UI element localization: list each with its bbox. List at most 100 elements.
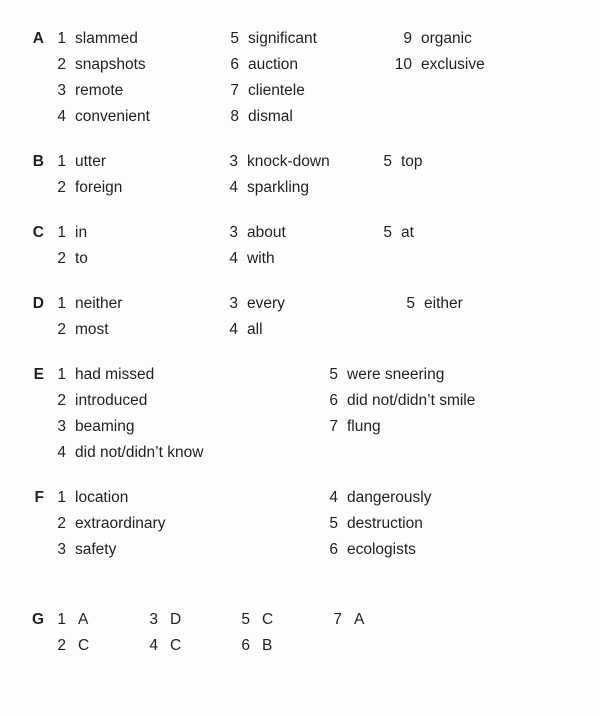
answer-entry: 2 foreign <box>44 175 216 201</box>
answer-entry: 3D <box>136 607 228 633</box>
answer-number: 3 <box>57 541 66 558</box>
answer-column: 1 utter 2 foreign <box>44 149 216 201</box>
answer-number: 4 <box>229 179 238 196</box>
answer-section-g: G1A2C3D4C5C6B7A <box>0 607 600 659</box>
answer-text: auction <box>248 56 298 73</box>
answer-entry: 6 auction <box>217 52 390 78</box>
answer-column: 1A2C <box>44 607 136 659</box>
answer-text: neither <box>75 295 123 312</box>
answer-entry: 3 safety <box>44 537 316 563</box>
answer-entry: 3 every <box>216 291 393 317</box>
answer-entry: 4 with <box>216 246 370 272</box>
answer-number: 1 <box>57 366 66 383</box>
answer-text: organic <box>421 30 472 47</box>
answer-text: exclusive <box>421 56 485 73</box>
answer-number: 2 <box>57 321 66 338</box>
answer-text: location <box>75 489 129 506</box>
answer-entry: 2C <box>44 633 136 659</box>
answer-entry: 4 dangerously <box>316 485 431 511</box>
answer-entry: 1 location <box>44 485 316 511</box>
section-letter: E <box>33 366 44 383</box>
answer-text: most <box>75 321 109 338</box>
answer-text: slammed <box>75 30 138 47</box>
answer-number: 6 <box>230 56 239 73</box>
answer-number: 4 <box>329 489 338 506</box>
answer-number: 8 <box>230 108 239 125</box>
answer-column: 5 significant 6 auction 7 clientele 8 dismal <box>217 26 390 130</box>
answer-section-e: E 1 had missed 2 introduced 3 beaming 4 did not/… <box>0 362 600 466</box>
answer-number: 6 <box>329 541 338 558</box>
answer-column: 3 knock-down 4 sparkling <box>216 149 370 201</box>
answer-entry: 9 organic <box>390 26 485 52</box>
answer-number: 6 <box>241 637 250 654</box>
answer-number: 5 <box>329 515 338 532</box>
answer-entry: 5 significant <box>217 26 390 52</box>
answer-entry: 3 about <box>216 220 370 246</box>
answer-text: did not/didn’t smile <box>347 392 476 409</box>
answer-column: 5 at <box>370 220 414 246</box>
answer-text: knock-down <box>247 153 330 170</box>
answer-entry: 8 dismal <box>217 104 390 130</box>
answer-entry: 1 in <box>44 220 216 246</box>
answer-entry: 1 had missed <box>44 362 316 388</box>
answer-text: sparkling <box>247 179 310 196</box>
answer-number: 1 <box>57 295 66 312</box>
answer-number: 4 <box>229 321 238 338</box>
answer-number: 5 <box>230 30 239 47</box>
answer-number: 5 <box>406 295 415 312</box>
answer-text: had missed <box>75 366 155 383</box>
answer-entry: 4 convenient <box>44 104 217 130</box>
answer-entry: 2 extraordinary <box>44 511 316 537</box>
answer-text: about <box>247 224 286 241</box>
answer-text: safety <box>75 541 117 558</box>
answer-columns: 1 in 2 to 3 about 4 with 5 at <box>44 220 414 272</box>
answer-text: D <box>170 611 182 628</box>
answer-number: 2 <box>57 179 66 196</box>
answer-column: 5C6B <box>228 607 320 659</box>
answer-text: all <box>247 321 263 338</box>
answer-entry: 5 either <box>393 291 463 317</box>
answer-text: beaming <box>75 418 135 435</box>
answer-number: 4 <box>57 108 66 125</box>
answer-number: 4 <box>149 637 158 654</box>
answer-text: in <box>75 224 88 241</box>
answer-text: C <box>262 611 274 628</box>
answer-number: 7 <box>329 418 338 435</box>
answer-section-d: D 1 neither 2 most 3 every 4 all 5 either <box>0 291 600 343</box>
answer-number: 3 <box>149 611 158 628</box>
answer-column: 5 were sneering 6 did not/didn’t smile 7 flun… <box>316 362 475 440</box>
answer-entry: 5 at <box>370 220 414 246</box>
section-letter: D <box>32 295 44 312</box>
answer-section-c: C 1 in 2 to 3 about 4 with 5 at <box>0 220 600 272</box>
answer-entry: 4 all <box>216 317 393 343</box>
answer-text: every <box>247 295 285 312</box>
answer-number: 9 <box>403 30 412 47</box>
answer-text: A <box>354 611 365 628</box>
answer-entry: 4 sparkling <box>216 175 370 201</box>
answer-section-a: A 1 slammed 2 snapshots 3 remote 4 convenient 5 si… <box>0 26 600 130</box>
answer-text: introduced <box>75 392 148 409</box>
answer-number: 1 <box>57 489 66 506</box>
section-letter: F <box>34 489 44 506</box>
answer-entry: 3 beaming <box>44 414 316 440</box>
answer-number: 7 <box>230 82 239 99</box>
answer-entry: 3 remote <box>44 78 217 104</box>
answer-text: B <box>262 637 273 654</box>
answer-column: 1 slammed 2 snapshots 3 remote 4 convenient <box>44 26 217 130</box>
answer-entry: 10 exclusive <box>390 52 485 78</box>
answer-entry: 6 ecologists <box>316 537 431 563</box>
answer-text: either <box>424 295 463 312</box>
answer-column: 1 neither 2 most <box>44 291 216 343</box>
answer-text: to <box>75 250 88 267</box>
answer-text: top <box>401 153 423 170</box>
answer-number: 5 <box>241 611 250 628</box>
answer-entry: 6 did not/didn’t smile <box>316 388 475 414</box>
answer-column: 5 either <box>393 291 463 317</box>
answer-column: 1 location 2 extraordinary 3 safety <box>44 485 316 563</box>
answer-text: did not/didn’t know <box>75 444 204 461</box>
answer-text: clientele <box>248 82 305 99</box>
answer-entry: 2 to <box>44 246 216 272</box>
answer-number: 1 <box>57 153 66 170</box>
answer-text: C <box>170 637 182 654</box>
answer-text: destruction <box>347 515 423 532</box>
